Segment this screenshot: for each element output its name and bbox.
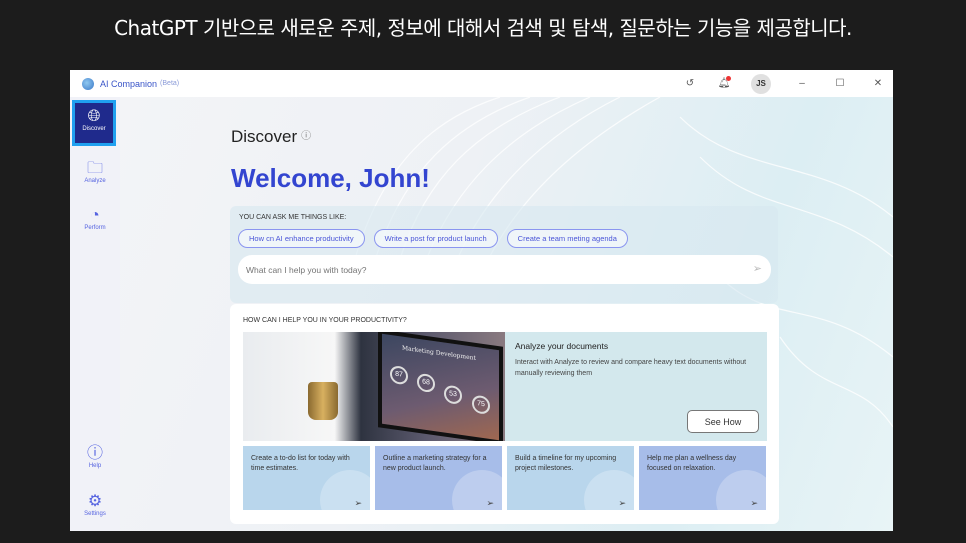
beta-label: (Beta) [160, 80, 180, 87]
ask-label: YOU CAN ASK ME THINGS LIKE: [239, 214, 347, 221]
app-window: AI Companion (Beta) ↺ 🔔︎ JS – ☐ ✕ 🌐︎ Disc… [70, 70, 893, 531]
gauge: 68 [417, 372, 435, 394]
promo-title: Analyze your documents [515, 341, 609, 351]
app-title: AI Companion [100, 78, 158, 89]
gauge: 53 [444, 384, 462, 406]
sidebar-item-help[interactable]: ⓘ Help [73, 445, 117, 469]
title-bar: AI Companion (Beta) ↺ 🔔︎ JS – ☐ ✕ [70, 70, 893, 97]
notification-bell-icon[interactable]: 🔔︎ [717, 76, 731, 89]
analyze-promo: Analyze your documents Interact with Ana… [505, 332, 767, 441]
sidebar-item-label: Perform [84, 225, 106, 231]
sidebar: 🌐︎ Discover 🗀 Analyze ◔ Perform ⓘ Help ⚙︎ Set… [70, 97, 120, 531]
send-icon: ➢ [750, 498, 758, 508]
minimize-button[interactable]: – [795, 78, 809, 89]
sidebar-item-analyze[interactable]: 🗀 Analyze [73, 160, 117, 184]
suggestion-chip[interactable]: How cn AI enhance productivity [238, 229, 365, 248]
tile-text: Help me plan a wellness day focused on r… [647, 455, 737, 472]
notification-badge [726, 76, 731, 81]
welcome-heading: Welcome, John! [231, 163, 430, 193]
sidebar-item-label: Settings [84, 511, 106, 517]
tile-text: Create a to-do list for today with time … [251, 455, 350, 472]
globe-icon: 🌐︎ [87, 108, 101, 125]
close-button[interactable]: ✕ [871, 78, 885, 89]
prompt-input[interactable] [238, 255, 771, 284]
caption: ChatGPT 기반으로 새로운 주제, 정보에 대해서 검색 및 탐색, 질문… [114, 16, 852, 40]
folder-icon: 🗀 [86, 160, 103, 177]
history-icon[interactable]: ↺ [683, 78, 697, 89]
prompt-tile[interactable]: Outline a marketing strategy for a new p… [375, 446, 502, 510]
info-icon[interactable]: ⓘ [301, 131, 311, 142]
productivity-label: HOW CAN I HELP YOU IN YOUR PRODUCTIVITY? [243, 317, 407, 324]
sidebar-item-label: Analyze [84, 178, 106, 184]
sidebar-item-settings[interactable]: ⚙︎ Settings [73, 493, 117, 517]
gauge: 87 [390, 364, 408, 386]
gear-icon: ⚙︎ [87, 493, 103, 510]
app-logo-icon [82, 77, 94, 90]
sidebar-item-perform[interactable]: ◔ Perform [73, 207, 117, 231]
suggestion-chip[interactable]: Create a team meting agenda [506, 229, 628, 248]
gauge: 75 [472, 394, 490, 415]
page-title: Discover ⓘ [231, 127, 311, 147]
laptop-screen: Marketing Development 87 68 53 75 [378, 332, 503, 441]
send-icon: ➢ [486, 498, 494, 508]
gauge-icon: ◔ [90, 207, 100, 224]
productivity-card: HOW CAN I HELP YOU IN YOUR PRODUCTIVITY?… [230, 304, 779, 524]
send-icon[interactable]: ➢ [753, 262, 762, 275]
sidebar-item-label: Discover [82, 126, 106, 132]
help-icon: ⓘ [86, 445, 103, 462]
see-how-button[interactable]: See How [687, 410, 759, 433]
prompt-tile[interactable]: Create a to-do list for today with time … [243, 446, 370, 510]
prompt-tile[interactable]: Help me plan a wellness day focused on r… [639, 446, 766, 510]
laptop-image: Marketing Development 87 68 53 75 [243, 332, 505, 441]
sidebar-item-label: Help [88, 463, 102, 469]
maximize-button[interactable]: ☐ [833, 78, 847, 89]
page-title-text: Discover [231, 127, 298, 146]
tile-text: Build a timeline for my upcoming project… [515, 455, 617, 472]
tile-text: Outline a marketing strategy for a new p… [383, 455, 487, 472]
main-content: Discover ⓘ Welcome, John! YOU CAN ASK ME … [120, 97, 893, 531]
send-icon: ➢ [618, 498, 626, 508]
pen-holder [308, 382, 338, 420]
send-icon: ➢ [354, 498, 362, 508]
promo-text: Interact with Analyze to review and comp… [515, 359, 747, 377]
prompt-tile[interactable]: Build a timeline for my upcoming project… [507, 446, 634, 510]
avatar[interactable]: JS [751, 73, 771, 94]
sidebar-item-discover[interactable]: 🌐︎ Discover [72, 100, 116, 146]
ask-panel: YOU CAN ASK ME THINGS LIKE: How cn AI en… [230, 206, 778, 303]
suggestion-chip[interactable]: Write a post for product launch [373, 229, 498, 248]
screen-title: Marketing Development [402, 344, 476, 362]
